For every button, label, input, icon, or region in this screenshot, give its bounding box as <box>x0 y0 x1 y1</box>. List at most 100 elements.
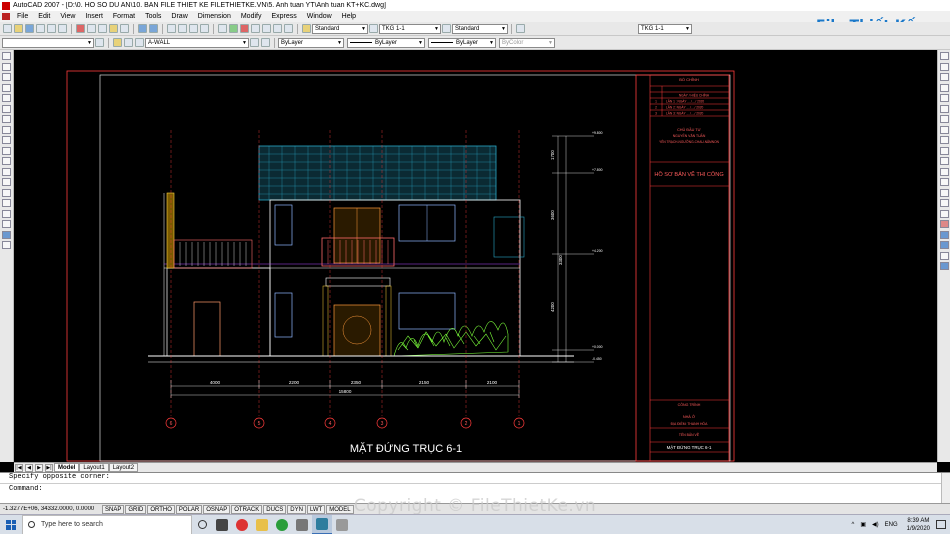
osnap-toggle[interactable]: OSNAP <box>203 504 231 514</box>
menu-edit[interactable]: Edit <box>33 13 55 20</box>
menu-insert[interactable]: Insert <box>80 13 108 20</box>
menu-modify[interactable]: Modify <box>236 13 267 20</box>
gradient-icon[interactable] <box>2 209 11 218</box>
move-icon[interactable] <box>939 104 949 113</box>
make-object-layer-current-icon[interactable] <box>250 38 259 47</box>
taskbar-app-folder[interactable] <box>252 515 272 534</box>
sheet-set-icon[interactable] <box>251 24 260 33</box>
ducs-toggle[interactable]: DUCS <box>263 504 287 514</box>
print-icon[interactable] <box>36 24 45 33</box>
design-center-icon[interactable] <box>229 24 238 33</box>
menu-dimension[interactable]: Dimension <box>193 13 236 20</box>
spline-icon[interactable] <box>2 136 11 144</box>
markup-icon[interactable] <box>262 24 271 33</box>
fillet-icon[interactable] <box>939 209 949 218</box>
workspace-settings-icon[interactable] <box>95 38 104 47</box>
ortho-toggle[interactable]: ORTHO <box>147 504 175 514</box>
volume-icon[interactable]: ◀) <box>872 521 879 528</box>
taskbar-app-other[interactable] <box>332 515 352 534</box>
menu-express[interactable]: Express <box>266 13 301 20</box>
drawing-canvas[interactable]: BỔ CHỈNH NGÀY / HIỆU CHỈNH 1 LẦN 1 : NGÀ… <box>14 50 937 462</box>
model-toggle[interactable]: MODEL <box>326 504 354 514</box>
text-style-select[interactable]: Standard ▼ <box>312 23 368 34</box>
undo-icon[interactable] <box>138 24 147 33</box>
construction-line-icon[interactable] <box>2 62 11 71</box>
cut-icon[interactable] <box>76 24 85 33</box>
chamfer-icon[interactable] <box>939 199 949 207</box>
taskbar-app-chrome[interactable] <box>232 515 252 534</box>
make-block-icon[interactable] <box>2 178 11 186</box>
start-button[interactable] <box>0 515 22 534</box>
polyline-icon[interactable] <box>2 73 11 81</box>
scale-icon[interactable] <box>939 125 949 134</box>
layer-select[interactable]: A-WALL ▼ <box>145 37 249 48</box>
line-icon[interactable] <box>2 52 11 60</box>
snap-toggle[interactable]: SNAP <box>102 504 125 514</box>
extend-icon[interactable] <box>939 157 949 165</box>
taskbar-app-autocad[interactable] <box>312 514 332 534</box>
dim-style-select[interactable]: TKG 1-1 ▼ <box>379 23 441 34</box>
offset-icon[interactable] <box>939 83 949 92</box>
trim-icon[interactable] <box>939 146 949 155</box>
publish-icon[interactable] <box>58 24 67 33</box>
pan-icon[interactable] <box>167 24 176 33</box>
tool-palettes-icon[interactable] <box>240 24 249 33</box>
insert-block-icon[interactable] <box>2 167 11 176</box>
explode-icon[interactable] <box>939 220 949 228</box>
chevron-up-icon[interactable]: ^ <box>852 522 855 528</box>
command-window[interactable]: Specify opposite corner: Command: <box>0 472 950 503</box>
copy-object-icon[interactable] <box>939 62 949 71</box>
region-icon[interactable] <box>2 220 11 228</box>
polygon-icon[interactable] <box>2 83 11 92</box>
menu-draw[interactable]: Draw <box>166 13 192 20</box>
taskbar-app-explorer[interactable] <box>212 515 232 534</box>
taskbar-app-green[interactable] <box>272 515 292 534</box>
color-select[interactable]: ByLayer ▼ <box>278 37 344 48</box>
layer-manager-icon[interactable] <box>113 38 122 47</box>
tab-layout2[interactable]: Layout2 <box>108 463 139 472</box>
paste-icon[interactable] <box>98 24 107 33</box>
language-indicator[interactable]: ENG <box>885 522 898 528</box>
menu-tools[interactable]: Tools <box>140 13 166 20</box>
open-icon[interactable] <box>14 24 23 33</box>
plot-style-select[interactable]: ByColor ▼ <box>499 37 555 48</box>
lwt-toggle[interactable]: LWT <box>306 504 326 514</box>
table-icon[interactable] <box>2 230 11 239</box>
menu-window[interactable]: Window <box>302 13 337 20</box>
ellipse-icon[interactable] <box>2 146 11 155</box>
ellipse-arc-icon[interactable] <box>2 157 11 165</box>
zoom-out-icon[interactable] <box>939 262 949 270</box>
lineweight-select[interactable]: ByLayer ▼ <box>428 37 496 48</box>
tab-layout1[interactable]: Layout1 <box>79 463 109 472</box>
autocad-app-icon[interactable] <box>2 1 10 10</box>
mirror-icon[interactable] <box>939 73 949 81</box>
zoom-in-icon[interactable] <box>939 251 949 260</box>
zoom-window-icon[interactable] <box>189 24 198 33</box>
command-prompt[interactable]: Command: <box>0 485 950 494</box>
network-icon[interactable]: ▣ <box>860 521 866 528</box>
tab-model[interactable]: Model <box>54 463 80 472</box>
cursor-coordinates[interactable]: -1.3277E+06, 34332.0000, 0.0000 <box>0 506 102 512</box>
erase-icon[interactable] <box>939 52 949 60</box>
array-icon[interactable] <box>939 94 949 102</box>
taskbar-app-photos[interactable] <box>292 515 312 534</box>
first-tab-icon[interactable]: |◀ <box>15 463 23 472</box>
save-icon[interactable] <box>25 24 34 33</box>
zoom-realtime-icon[interactable] <box>178 24 187 33</box>
plot-preview-icon[interactable] <box>47 24 56 33</box>
dim-style-select-2[interactable]: TKG 1-1 ▼ <box>638 23 692 34</box>
task-view-button[interactable] <box>192 515 212 534</box>
linetype-select[interactable]: ByLayer ▼ <box>347 37 425 48</box>
zoom-extents-icon[interactable] <box>939 241 949 249</box>
multiline-text-icon[interactable] <box>2 241 11 249</box>
menu-view[interactable]: View <box>55 13 80 20</box>
join-icon[interactable] <box>939 188 949 197</box>
workspace-select[interactable]: ▼ <box>2 37 94 48</box>
draw-order-icon[interactable] <box>939 230 949 239</box>
break-icon[interactable] <box>939 178 949 186</box>
table-style-select[interactable]: Standard ▼ <box>452 23 508 34</box>
command-scrollbar[interactable] <box>941 473 950 503</box>
hatch-icon[interactable] <box>2 199 11 207</box>
last-tab-icon[interactable]: ▶| <box>45 463 53 472</box>
rotate-icon[interactable] <box>939 115 949 123</box>
